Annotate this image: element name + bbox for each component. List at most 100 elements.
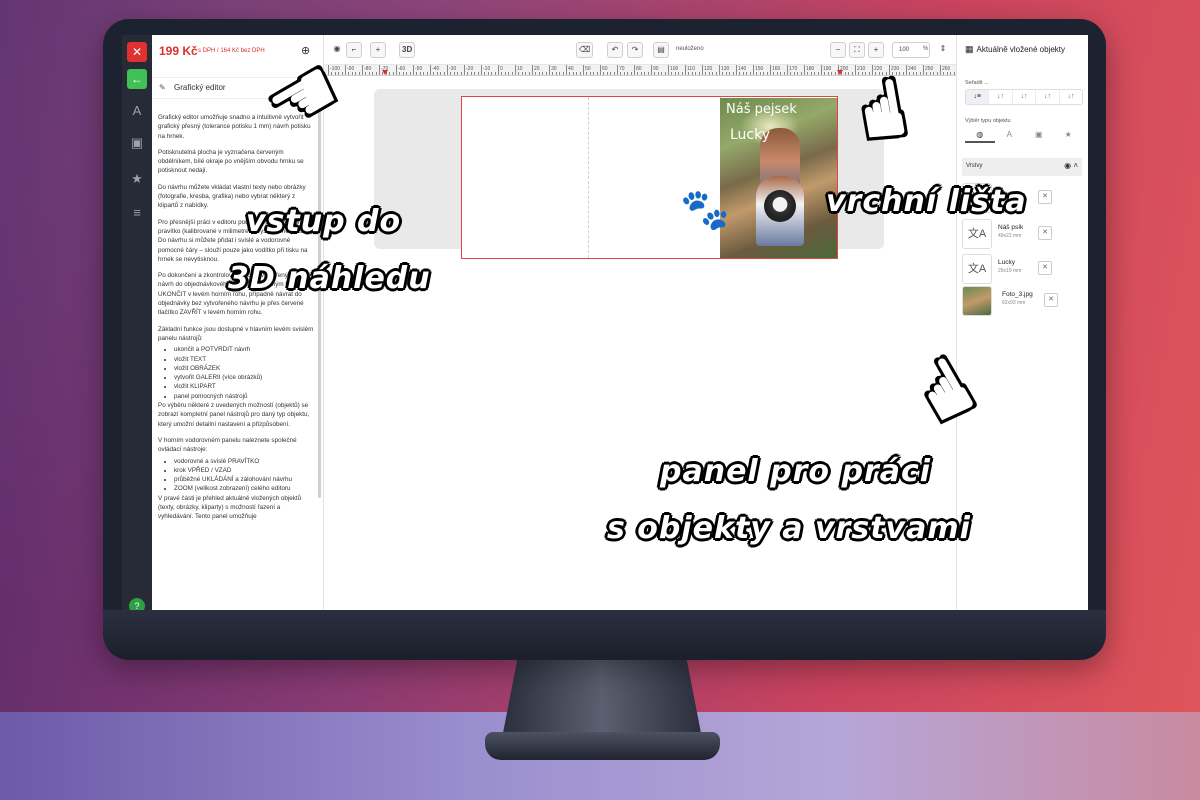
print-area[interactable]: Náš pejsek Lucky <box>461 96 838 259</box>
sort-option[interactable]: ↓≡ <box>966 90 990 104</box>
help-paragraph: V pravé části je přehled aktuálně vložen… <box>158 494 302 521</box>
ruler-tick <box>804 65 805 75</box>
layers-header[interactable]: Vrstvy ◉ ˄ <box>962 158 1082 176</box>
layer-size: 49x22 mm <box>998 233 1022 239</box>
delete-layer-icon[interactable]: ✕ <box>1038 190 1052 204</box>
translate-icon: 文A <box>962 254 992 284</box>
help-icon[interactable]: ? <box>129 598 145 610</box>
control-list: vodorovné a svislé PRAVÍTKO krok VPŘED /… <box>158 457 316 494</box>
ruler-tick <box>736 65 737 75</box>
undo-icon[interactable]: ↶ <box>607 42 623 58</box>
3d-preview-button[interactable]: 3D <box>399 42 416 58</box>
help-scrollbar[interactable] <box>318 103 321 498</box>
ruler-tick <box>685 65 686 75</box>
ruler-tick <box>617 65 618 75</box>
horizontal-ruler[interactable]: -100 -90 -80 -70 -60 -50 -40 -30 -20 -10 0 10 20 30 40… <box>324 65 956 76</box>
all-types-icon[interactable]: ◍ <box>965 127 995 143</box>
list-item: ukončit a POTVRDIT návrh <box>174 345 316 354</box>
layer-item[interactable]: 文A Náš psík 49x22 mm ✕ <box>962 219 1082 249</box>
ruler-marker[interactable] <box>837 70 843 75</box>
ruler-tick <box>566 65 567 75</box>
clipart-tool-icon[interactable]: ★ <box>129 171 145 187</box>
type-label: Výběr typu objektu <box>965 118 1011 124</box>
ruler-toggle-button[interactable]: ⌐ <box>346 42 362 58</box>
sort-option[interactable]: ↓↑ <box>1013 90 1037 104</box>
help-paragraph: Po výběru některé z uvedených možností (… <box>158 402 310 428</box>
helper-tools-icon[interactable]: ≡ <box>129 205 145 221</box>
zoom-stepper-icon[interactable]: ⇕ <box>935 42 951 58</box>
zoom-in-icon[interactable]: + <box>868 42 884 58</box>
sort-option[interactable]: ↓↑ <box>1036 90 1060 104</box>
zoom-out-icon[interactable]: − <box>830 42 846 58</box>
ruler-tick <box>940 65 941 75</box>
layer-size: 62x93 mm <box>1002 300 1026 306</box>
text-object-1[interactable]: Náš pejsek <box>726 102 797 117</box>
image-thumb <box>962 286 992 316</box>
translate-icon: 文A <box>962 219 992 249</box>
sort-option[interactable]: ↓↑ <box>989 90 1013 104</box>
layer-item[interactable]: 文A Lucky 29x19 mm ✕ <box>962 254 1082 284</box>
panel-title: Grafický editor <box>174 83 226 92</box>
top-toolbar: ◉ ⌐ + 3D ⌫ ↶ ↷ ▤ neuloženo − ⛶ + 100 % ⇕ <box>324 35 956 65</box>
photo-dog <box>764 190 796 222</box>
eye-icon[interactable]: ◉ <box>329 42 345 58</box>
annotation-3d-line1: vstup do <box>246 204 402 239</box>
annotation-toolbar: vrchní lišta <box>826 184 1027 219</box>
visibility-icon[interactable]: ◉ ˄ <box>1064 161 1078 170</box>
zoom-unit: % <box>923 46 929 52</box>
ruler-tick <box>413 65 414 75</box>
text-tool-icon[interactable]: A <box>129 103 145 119</box>
eraser-icon[interactable]: ⌫ <box>576 42 594 58</box>
close-button[interactable]: ✕ <box>127 42 147 62</box>
list-item: průběžné UKLÁDÁNÍ a zálohování návrhu <box>174 475 316 484</box>
layers-icon: ▦ <box>965 44 974 54</box>
ruler-tick <box>923 65 924 75</box>
delete-layer-icon[interactable]: ✕ <box>1044 293 1058 307</box>
text-object-2[interactable]: Lucky <box>730 127 770 143</box>
sort-option[interactable]: ↓↑ <box>1060 90 1082 104</box>
objects-panel: ▦ Aktuálně vložené objekty Seřadit ... ↓≡… <box>956 35 1088 610</box>
help-paragraph: V horním vodorovném panelu naleznete spo… <box>158 436 297 454</box>
list-item: vytvořit GALERII (více obrázků) <box>174 373 316 382</box>
ruler-tick <box>464 65 465 75</box>
image-tool-icon[interactable]: ▣ <box>129 135 145 151</box>
photo-object[interactable]: Náš pejsek Lucky <box>720 98 837 258</box>
ruler-tick <box>787 65 788 75</box>
monitor-stand-neck <box>502 656 702 738</box>
ruler-tick <box>532 65 533 75</box>
price: 199 Kč <box>159 44 198 58</box>
ruler-tick <box>702 65 703 75</box>
layers-label: Vrstvy <box>966 163 983 169</box>
text-type-icon[interactable]: A <box>995 127 1025 143</box>
save-status: neuloženo <box>676 46 704 52</box>
fit-screen-icon[interactable]: ⛶ <box>849 42 865 58</box>
list-item: vložit TEXT <box>174 355 316 364</box>
redo-icon[interactable]: ↷ <box>627 42 643 58</box>
delete-layer-icon[interactable]: ✕ <box>1038 226 1052 240</box>
price-note: s DPH / 164 Kč bez DPH <box>198 48 265 54</box>
ruler-tick <box>634 65 635 75</box>
image-type-icon[interactable]: ▣ <box>1024 127 1054 143</box>
sort-options: ↓≡ ↓↑ ↓↑ ↓↑ ↓↑ <box>965 89 1083 105</box>
type-filter: ◍ A ▣ ★ <box>965 127 1083 143</box>
save-icon[interactable]: ▤ <box>653 42 669 58</box>
guide-line <box>588 97 589 258</box>
clipart-type-icon[interactable]: ★ <box>1054 127 1084 143</box>
list-item: vložit KLIPART <box>174 382 316 391</box>
ruler-marker[interactable] <box>382 70 388 75</box>
help-text: Grafický editor umožňuje snadno a intuit… <box>158 113 316 529</box>
ruler-tick <box>821 65 822 75</box>
layer-name: Lucky <box>998 259 1015 266</box>
ruler-tick <box>379 65 380 75</box>
confirm-button[interactable]: ← <box>127 69 147 89</box>
ruler-tick <box>651 65 652 75</box>
delete-layer-icon[interactable]: ✕ <box>1038 261 1052 275</box>
guides-button[interactable]: + <box>370 42 386 58</box>
list-item: vložit OBRÁZEK <box>174 364 316 373</box>
objects-panel-title: ▦ Aktuálně vložené objekty <box>965 44 1066 54</box>
layer-item[interactable]: Foto_3.jpg 62x93 mm ✕ <box>962 286 1082 316</box>
ruler-tick <box>345 65 346 75</box>
left-tool-rail: ✕ ← A ▣ ★ ≡ ? <box>122 35 152 610</box>
ruler-tick <box>430 65 431 75</box>
ruler-tick <box>362 65 363 75</box>
